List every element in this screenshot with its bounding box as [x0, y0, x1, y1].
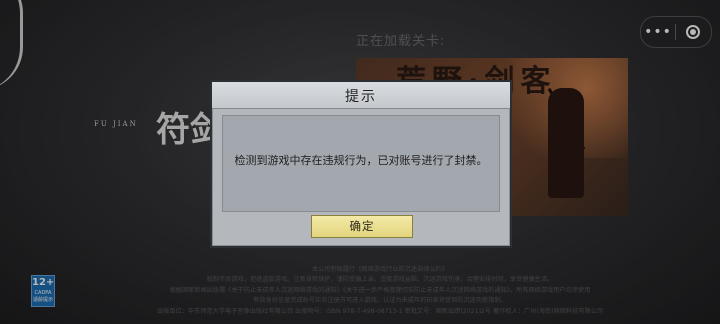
alert-dialog: 提示 检测到游戏中存在违规行为，已对账号进行了封禁。 确定 — [210, 80, 512, 248]
dialog-header: 提示 — [212, 82, 510, 109]
dialog-title: 提示 — [345, 89, 377, 105]
confirm-button[interactable]: 确定 — [311, 215, 413, 238]
dialog-body: 检测到游戏中存在违规行为，已对账号进行了封禁。 — [222, 115, 500, 212]
dialog-message: 检测到游戏中存在违规行为，已对账号进行了封禁。 — [234, 154, 488, 167]
